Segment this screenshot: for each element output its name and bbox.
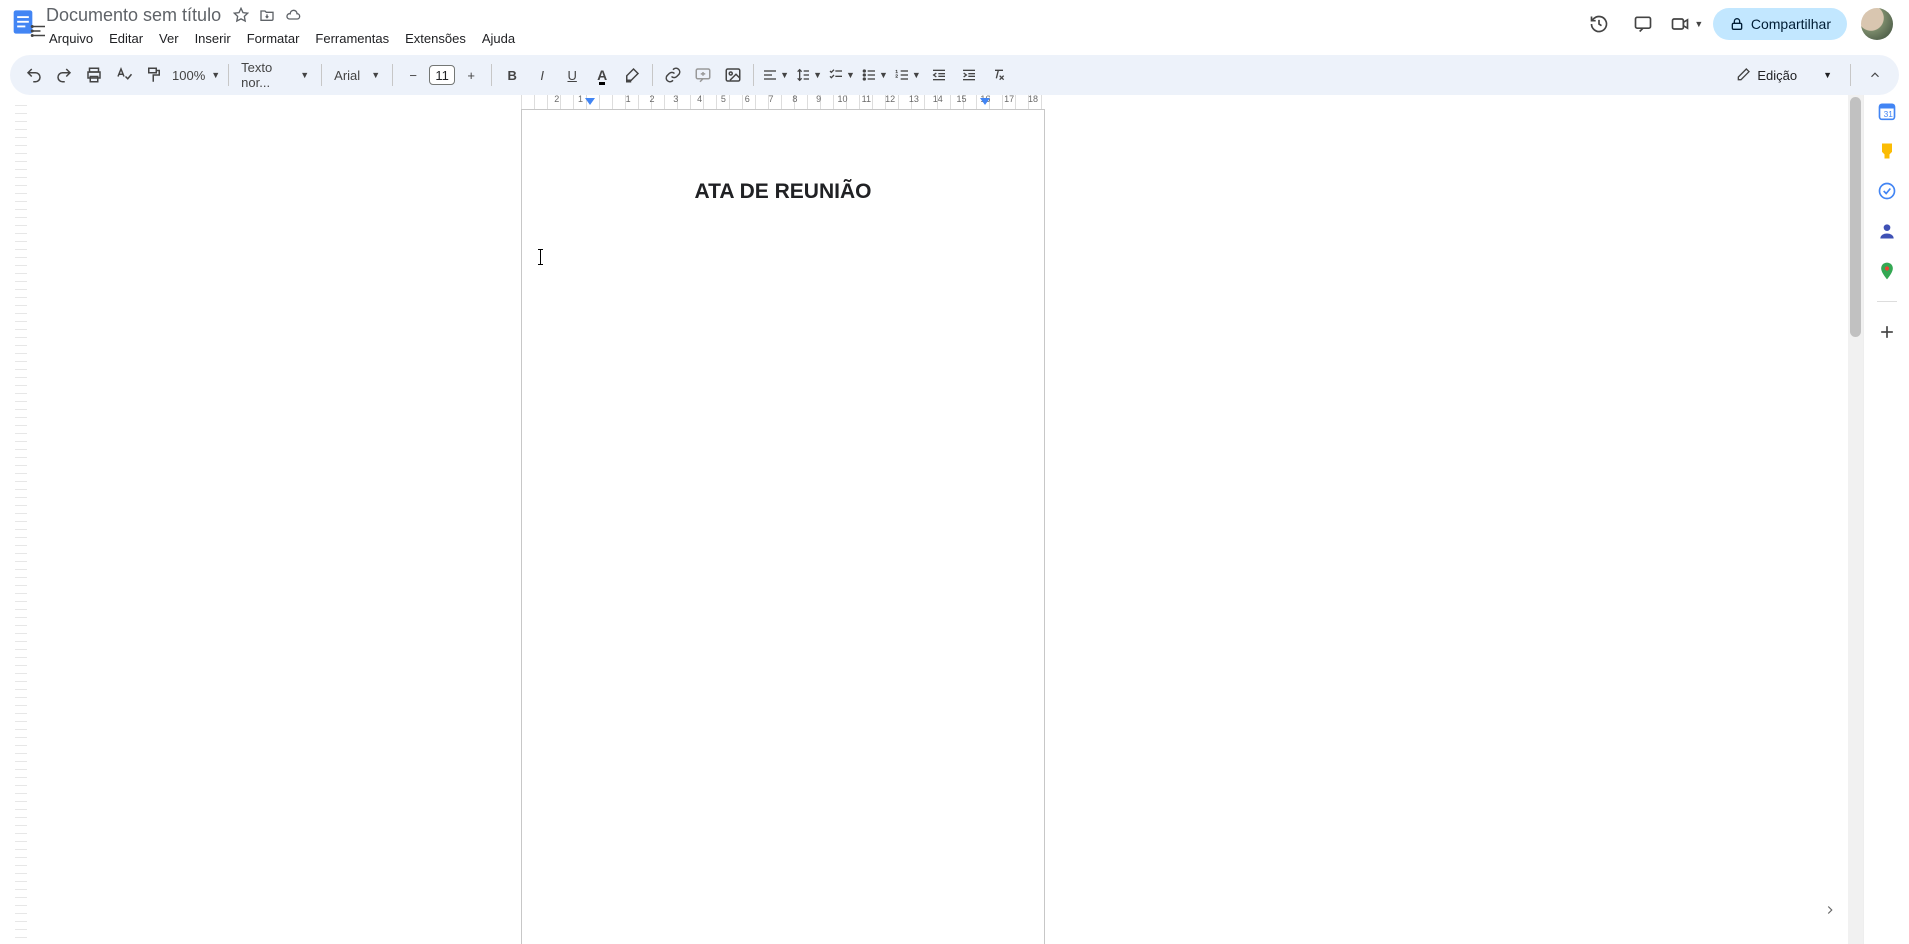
- print-button[interactable]: [80, 61, 108, 89]
- menu-ferramentas[interactable]: Ferramentas: [308, 28, 396, 49]
- italic-button[interactable]: I: [528, 61, 556, 89]
- paragraph-style-select[interactable]: Texto nor...▼: [235, 61, 315, 89]
- keep-icon[interactable]: [1877, 141, 1897, 161]
- svg-text:31: 31: [1883, 109, 1893, 119]
- tasks-icon[interactable]: [1877, 181, 1897, 201]
- highlight-button[interactable]: [618, 61, 646, 89]
- page[interactable]: ATA DE REUNIÃO: [521, 109, 1045, 944]
- outline-toggle-button[interactable]: [24, 16, 54, 46]
- redo-button[interactable]: [50, 61, 78, 89]
- text-cursor-icon: [540, 250, 541, 264]
- menu-formatar[interactable]: Formatar: [240, 28, 307, 49]
- contacts-icon[interactable]: [1877, 221, 1897, 241]
- underline-button[interactable]: U: [558, 61, 586, 89]
- document-title[interactable]: Documento sem título: [42, 5, 225, 26]
- left-indent-marker[interactable]: [585, 98, 595, 108]
- font-select[interactable]: Arial▼: [328, 61, 386, 89]
- share-button[interactable]: Compartilhar: [1713, 8, 1847, 40]
- menu-inserir[interactable]: Inserir: [188, 28, 238, 49]
- font-size-decrease[interactable]: −: [399, 61, 427, 89]
- svg-text:2: 2: [895, 74, 898, 79]
- bold-button[interactable]: B: [498, 61, 526, 89]
- bullet-list-button[interactable]: ▼: [859, 61, 890, 89]
- undo-button[interactable]: [20, 61, 48, 89]
- lock-icon: [1729, 16, 1745, 32]
- menu-ajuda[interactable]: Ajuda: [475, 28, 522, 49]
- clear-formatting-button[interactable]: [985, 61, 1013, 89]
- share-label: Compartilhar: [1751, 16, 1831, 32]
- insert-link-button[interactable]: [659, 61, 687, 89]
- editing-mode-button[interactable]: Edição ▼: [1727, 63, 1840, 87]
- indent-decrease-button[interactable]: [925, 61, 953, 89]
- calendar-icon[interactable]: 31: [1877, 101, 1897, 121]
- horizontal-ruler[interactable]: 21123456789101112131415161718: [29, 95, 1848, 109]
- menu-bar: Arquivo Editar Ver Inserir Formatar Ferr…: [42, 28, 522, 49]
- checklist-button[interactable]: ▼: [826, 61, 857, 89]
- app-header: Documento sem título Arquivo Editar Ver …: [0, 0, 1909, 49]
- vertical-ruler[interactable]: [0, 95, 29, 944]
- add-addon-icon[interactable]: [1877, 322, 1897, 342]
- font-value: Arial: [334, 68, 360, 83]
- maps-icon[interactable]: [1877, 261, 1897, 281]
- zoom-value: 100%: [172, 68, 205, 83]
- indent-increase-button[interactable]: [955, 61, 983, 89]
- font-size-increase[interactable]: +: [457, 61, 485, 89]
- zoom-select[interactable]: 100%▼: [170, 61, 222, 89]
- numbered-list-button[interactable]: 12▼: [892, 61, 923, 89]
- text-color-button[interactable]: A: [588, 61, 616, 89]
- ruler-numbers: 21123456789101112131415161718: [521, 95, 1045, 104]
- paint-format-button[interactable]: [140, 61, 168, 89]
- align-button[interactable]: ▼: [760, 61, 791, 89]
- spellcheck-button[interactable]: [110, 61, 138, 89]
- history-icon[interactable]: [1581, 6, 1617, 42]
- insert-image-button[interactable]: [719, 61, 747, 89]
- menu-extensoes[interactable]: Extensões: [398, 28, 473, 49]
- cloud-status-icon[interactable]: [285, 7, 301, 23]
- move-icon[interactable]: [259, 7, 275, 23]
- document-heading[interactable]: ATA DE REUNIÃO: [582, 180, 984, 204]
- avatar[interactable]: [1861, 8, 1893, 40]
- font-size-input[interactable]: 11: [429, 65, 455, 85]
- star-icon[interactable]: [233, 7, 249, 23]
- comments-icon[interactable]: [1625, 6, 1661, 42]
- workspace: 21123456789101112131415161718 ATA DE REU…: [0, 95, 1909, 944]
- document-canvas[interactable]: 21123456789101112131415161718 ATA DE REU…: [29, 95, 1848, 944]
- side-panel-collapse-icon[interactable]: [1823, 903, 1839, 919]
- meet-icon[interactable]: ▼: [1669, 6, 1705, 42]
- side-panel: 31: [1863, 95, 1909, 944]
- menu-editar[interactable]: Editar: [102, 28, 150, 49]
- line-spacing-button[interactable]: ▼: [793, 61, 824, 89]
- insert-comment-button[interactable]: [689, 61, 717, 89]
- style-value: Texto nor...: [241, 60, 298, 90]
- collapse-toolbar-button[interactable]: [1861, 61, 1889, 89]
- pencil-icon: [1735, 67, 1751, 83]
- vertical-scrollbar[interactable]: [1848, 95, 1863, 944]
- editing-label: Edição: [1757, 68, 1797, 83]
- right-indent-marker[interactable]: [980, 98, 990, 108]
- toolbar: 100%▼ Texto nor...▼ Arial▼ − 11 + B I U …: [10, 55, 1899, 95]
- menu-ver[interactable]: Ver: [152, 28, 186, 49]
